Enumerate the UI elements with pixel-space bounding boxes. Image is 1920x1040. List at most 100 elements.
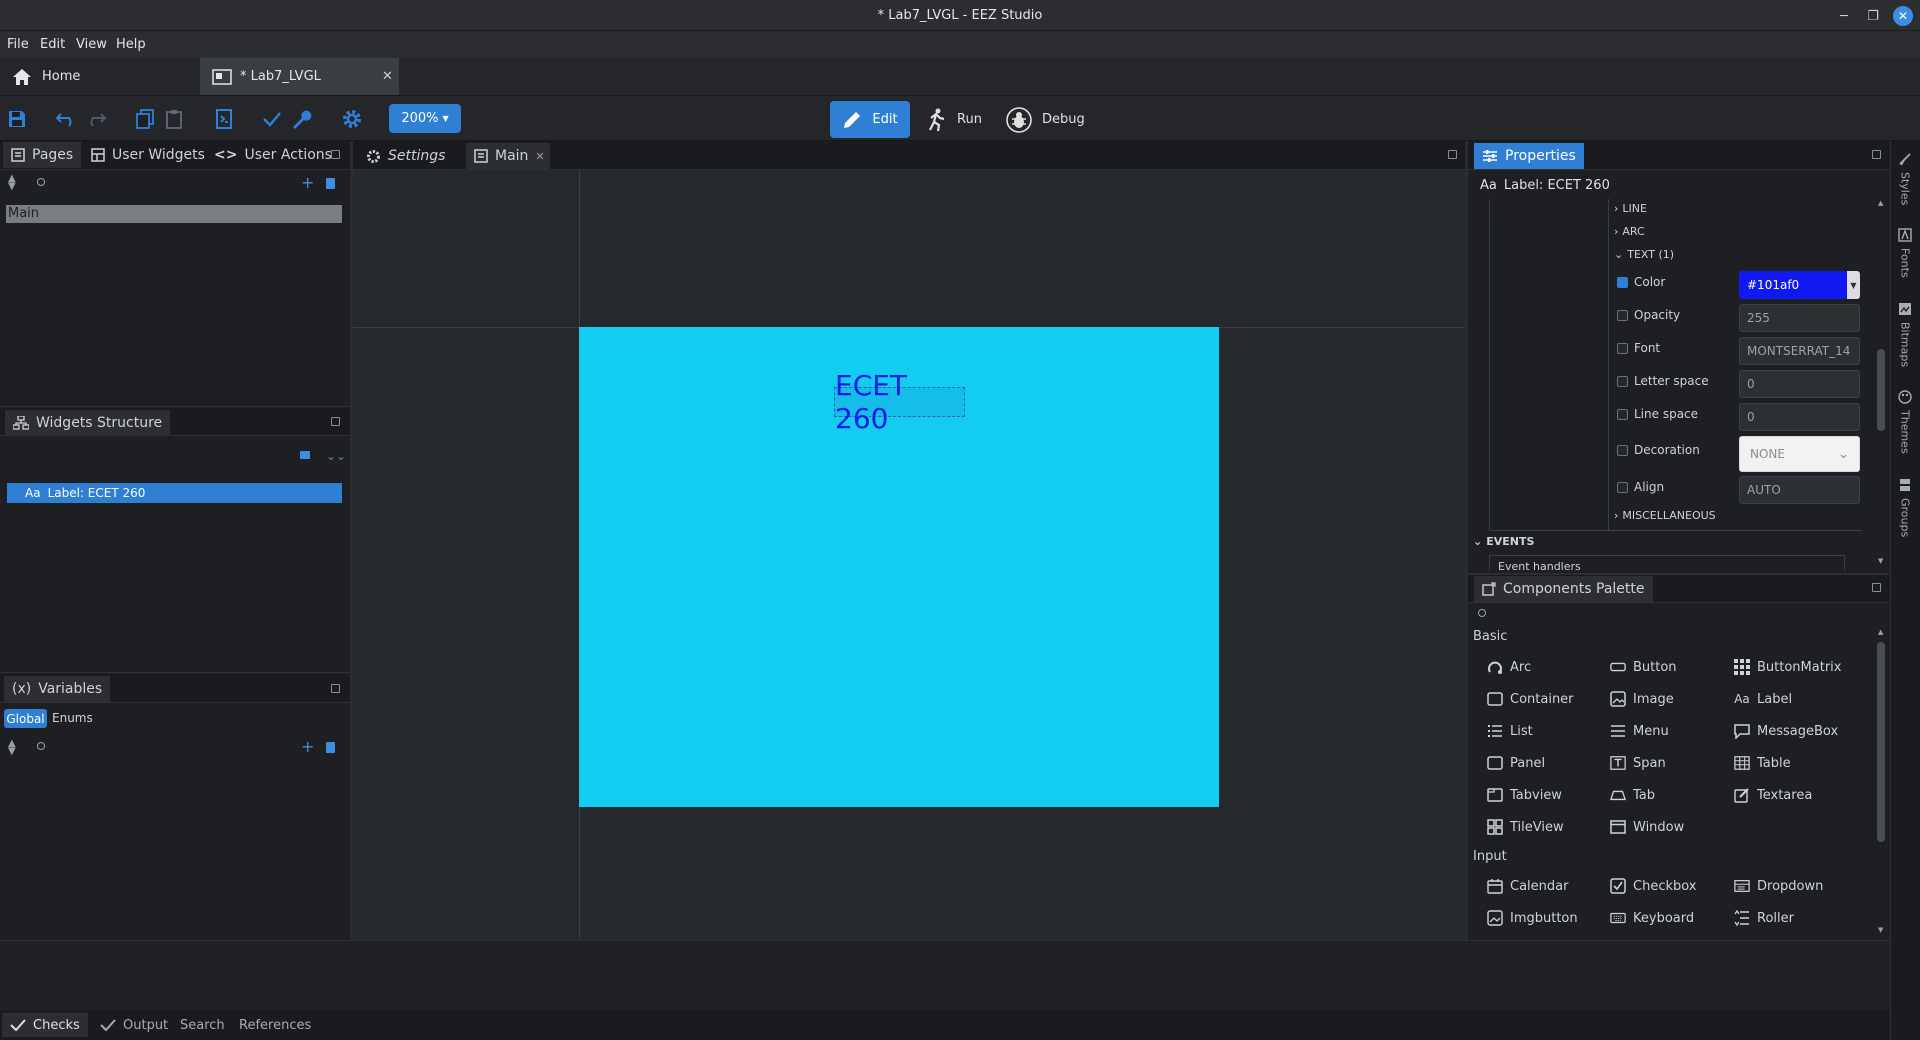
- tree-item-label[interactable]: Aa Label: ECET 260: [7, 483, 342, 503]
- palette-item-calendar[interactable]: Calendar: [1487, 876, 1568, 896]
- undo-icon[interactable]: [53, 106, 79, 132]
- scroll-up-icon[interactable]: ▲: [1878, 628, 1883, 636]
- decoration-select[interactable]: NONE ⌄: [1739, 436, 1860, 472]
- collapse-icon[interactable]: ⌄⌄: [326, 449, 346, 463]
- palette-item-buttonmatrix[interactable]: ButtonMatrix: [1734, 657, 1841, 677]
- decoration-checkbox[interactable]: [1617, 444, 1628, 456]
- menu-edit[interactable]: Edit: [38, 31, 67, 58]
- delete-variable-icon[interactable]: [326, 742, 335, 753]
- maximize-palette-icon[interactable]: [1872, 583, 1881, 592]
- palette-item-tab[interactable]: Tab: [1610, 785, 1655, 805]
- maximize-pages-icon[interactable]: [331, 150, 340, 159]
- maximize-editor-icon[interactable]: [1448, 150, 1457, 159]
- variables-search-input[interactable]: [50, 737, 290, 759]
- rail-groups[interactable]: Groups: [1894, 478, 1916, 537]
- properties-scrollbar[interactable]: ▲ ▼: [1877, 199, 1885, 569]
- rail-styles[interactable]: Styles: [1894, 152, 1916, 205]
- menu-file[interactable]: File: [5, 31, 31, 58]
- palette-item-roller[interactable]: Roller: [1734, 908, 1794, 928]
- line-space-checkbox[interactable]: [1617, 408, 1628, 420]
- opacity-checkbox[interactable]: [1617, 309, 1628, 321]
- tab-global[interactable]: Global: [4, 709, 47, 728]
- section-events[interactable]: ⌄ EVENTS: [1473, 535, 1534, 548]
- menu-help[interactable]: Help: [114, 31, 148, 58]
- redo-icon[interactable]: [83, 106, 109, 132]
- color-value-input[interactable]: #101af0: [1739, 271, 1847, 299]
- color-checkbox[interactable]: [1617, 276, 1628, 288]
- font-input[interactable]: MONTSERRAT_14: [1739, 337, 1860, 365]
- palette-item-arc[interactable]: Arc: [1487, 657, 1531, 677]
- tab-output[interactable]: Output: [92, 1013, 176, 1037]
- paste-icon[interactable]: [161, 106, 187, 132]
- align-input[interactable]: AUTO: [1739, 476, 1860, 504]
- tab-project[interactable]: * Lab7_LVGL ✕: [200, 58, 399, 95]
- tab-references[interactable]: References: [231, 1013, 319, 1037]
- sort-icon[interactable]: ▲ ▼: [8, 174, 16, 192]
- font-checkbox[interactable]: [1617, 342, 1628, 354]
- tab-components-palette[interactable]: Components Palette: [1474, 576, 1653, 602]
- palette-item-textarea[interactable]: Textarea: [1734, 785, 1812, 805]
- maximize-button[interactable]: ❐: [1863, 6, 1883, 26]
- palette-item-checkbox[interactable]: Checkbox: [1610, 876, 1697, 896]
- tab-variables[interactable]: (x) Variables: [4, 676, 111, 702]
- tab-user-actions[interactable]: <> User Actions: [206, 142, 340, 168]
- palette-item-button[interactable]: Button: [1610, 657, 1677, 677]
- menu-view[interactable]: View: [74, 31, 109, 58]
- tab-main[interactable]: Main ✕: [466, 143, 550, 169]
- label-widget[interactable]: ECET 260: [834, 369, 965, 435]
- palette-item-image[interactable]: Image: [1610, 689, 1674, 709]
- maximize-properties-icon[interactable]: [1872, 150, 1881, 159]
- maximize-widgets-icon[interactable]: [331, 417, 340, 426]
- palette-item-imgbutton[interactable]: Imgbutton: [1487, 908, 1578, 928]
- minimize-button[interactable]: ─: [1834, 6, 1854, 26]
- tab-properties[interactable]: Properties: [1474, 143, 1584, 169]
- tab-settings[interactable]: Settings: [358, 143, 453, 169]
- scroll-up-icon[interactable]: ▲: [1878, 199, 1883, 207]
- scroll-down-icon[interactable]: ▼: [1878, 557, 1883, 565]
- palette-item-table[interactable]: Table: [1734, 753, 1791, 773]
- close-main-tab-icon[interactable]: ✕: [535, 150, 544, 163]
- tab-home[interactable]: Home: [0, 58, 198, 95]
- palette-item-window[interactable]: Window: [1610, 817, 1684, 837]
- letter-space-input[interactable]: 0: [1739, 370, 1860, 398]
- palette-scroll-thumb[interactable]: [1877, 642, 1885, 842]
- close-window-button[interactable]: ✕: [1893, 6, 1913, 26]
- maximize-variables-icon[interactable]: [331, 684, 340, 693]
- section-arc[interactable]: › ARC: [1614, 225, 1645, 238]
- section-line[interactable]: › LINE: [1614, 202, 1647, 215]
- close-tab-icon[interactable]: ✕: [382, 69, 393, 84]
- palette-scrollbar[interactable]: ▲ ▼: [1877, 628, 1885, 936]
- tab-user-widgets[interactable]: User Widgets: [83, 142, 213, 168]
- zoom-dropdown[interactable]: 200% ▼: [389, 104, 461, 133]
- palette-item-span[interactable]: Span: [1610, 753, 1666, 773]
- letter-space-checkbox[interactable]: [1617, 375, 1628, 387]
- section-miscellaneous[interactable]: › MISCELLANEOUS: [1614, 509, 1716, 522]
- tab-pages[interactable]: Pages: [3, 142, 82, 168]
- palette-item-container[interactable]: Container: [1487, 689, 1574, 709]
- section-text[interactable]: ⌄ TEXT (1): [1614, 248, 1674, 261]
- add-page-icon[interactable]: +: [301, 175, 314, 191]
- copy-icon[interactable]: [132, 106, 158, 132]
- settings-gear-icon[interactable]: [339, 106, 365, 132]
- save-icon[interactable]: [4, 106, 30, 132]
- line-space-input[interactable]: 0: [1739, 403, 1860, 431]
- opacity-input[interactable]: 255: [1739, 304, 1860, 332]
- palette-item-tabview[interactable]: Tabview: [1487, 785, 1562, 805]
- scroll-down-icon[interactable]: ▼: [1878, 926, 1883, 934]
- align-checkbox[interactable]: [1617, 481, 1628, 493]
- palette-item-panel[interactable]: Panel: [1487, 753, 1545, 773]
- rail-fonts[interactable]: Fonts: [1894, 228, 1916, 278]
- lock-icon[interactable]: [300, 451, 310, 459]
- tab-enums[interactable]: Enums: [52, 709, 93, 728]
- mode-edit-button[interactable]: Edit: [830, 101, 910, 138]
- palette-item-dropdown[interactable]: Dropdown: [1734, 876, 1823, 896]
- delete-page-icon[interactable]: [326, 178, 335, 189]
- properties-scroll-thumb[interactable]: [1877, 349, 1885, 431]
- variables-sort-icon[interactable]: ▲ ▼: [8, 739, 16, 757]
- wrench-icon[interactable]: [288, 106, 314, 132]
- mode-debug-button[interactable]: Debug: [1006, 101, 1085, 138]
- palette-search-input[interactable]: [1490, 605, 1870, 623]
- palette-item-label[interactable]: Aa Label: [1734, 689, 1792, 709]
- add-variable-icon[interactable]: +: [301, 739, 314, 755]
- rail-themes[interactable]: Themes: [1894, 390, 1916, 454]
